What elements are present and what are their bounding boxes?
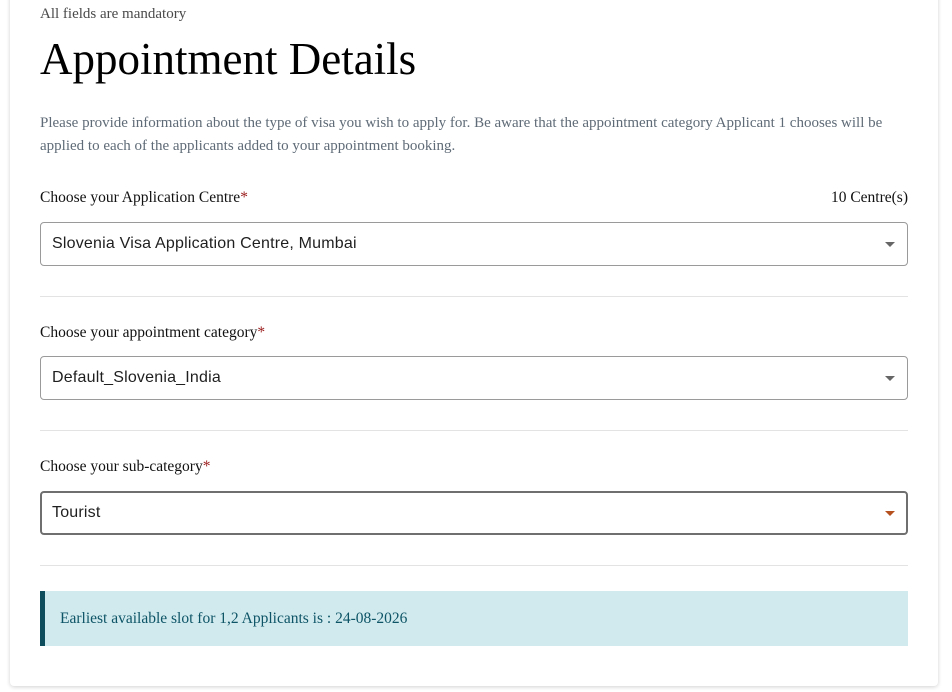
page-title: Appointment Details <box>40 34 417 84</box>
caret-down-icon <box>885 511 895 516</box>
divider <box>40 565 908 566</box>
required-marker: * <box>257 324 266 341</box>
appointment-details-card <box>10 0 938 686</box>
appointment-category-label-text: Choose your appointment category <box>40 324 258 341</box>
form-description: Please provide information about the typ… <box>40 115 883 154</box>
required-marker: * <box>240 189 248 206</box>
divider <box>40 430 908 431</box>
caret-down-icon <box>885 242 895 247</box>
mandatory-note: All fields are mandatory <box>40 6 187 22</box>
caret-down-icon <box>885 376 895 381</box>
application-centre-label: Choose your Application Centre* <box>40 188 248 208</box>
earliest-slot-alert: Earliest available slot for 1,2 Applican… <box>40 591 908 646</box>
appointment-category-label: Choose your appointment category* <box>40 323 265 343</box>
application-centre-label-text: Choose your Application Centre <box>40 189 241 206</box>
sub-category-select[interactable]: Tourist <box>40 491 908 535</box>
sub-category-value: Tourist <box>52 504 101 521</box>
sub-category-label: Choose your sub-category* <box>40 457 210 477</box>
sub-category-label-text: Choose your sub-category <box>40 458 203 475</box>
application-centre-value: Slovenia Visa Application Centre, Mumbai <box>52 235 357 252</box>
appointment-category-value: Default_Slovenia_India <box>52 369 221 386</box>
centre-count: 10 Centre(s) <box>830 189 908 206</box>
earliest-slot-text: Earliest available slot for 1,2 Applican… <box>60 610 408 627</box>
application-centre-select[interactable]: Slovenia Visa Application Centre, Mumbai <box>40 222 908 266</box>
appointment-category-select[interactable]: Default_Slovenia_India <box>40 356 908 400</box>
divider <box>40 296 908 297</box>
required-marker: * <box>202 458 211 475</box>
